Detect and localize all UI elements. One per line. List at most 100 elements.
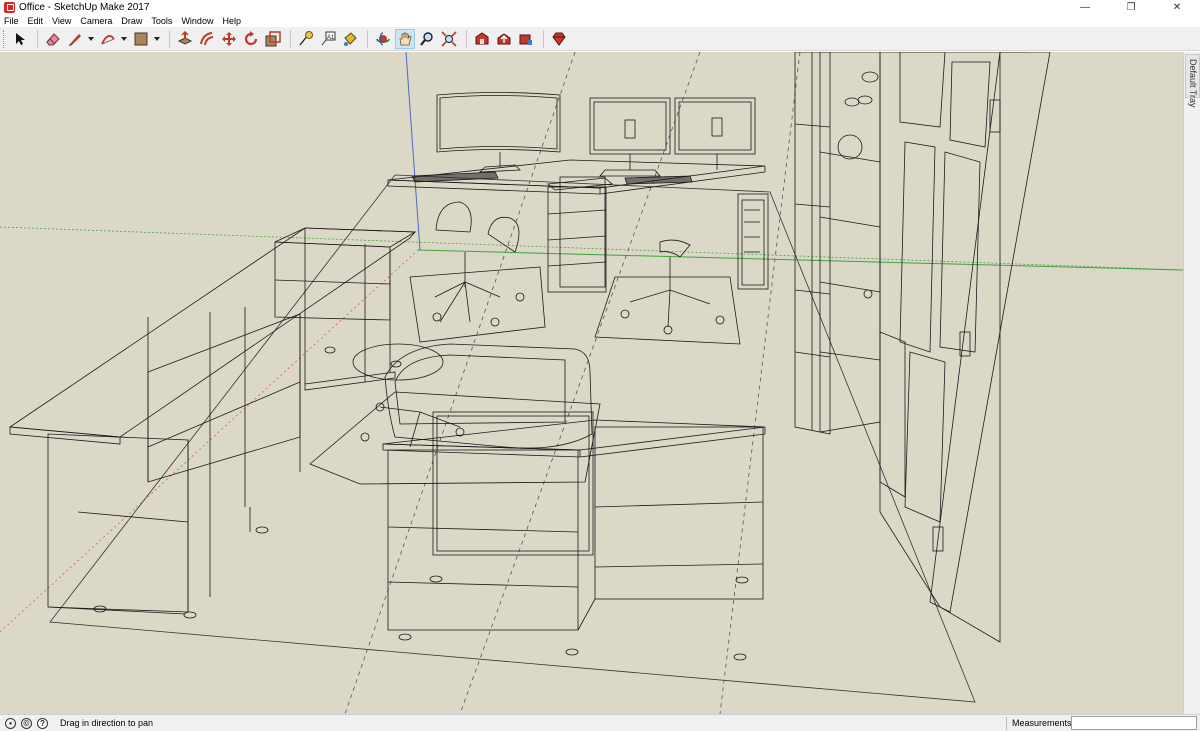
measurements-label: Measurements — [1012, 718, 1072, 728]
default-tray[interactable]: Default Tray — [1183, 52, 1200, 714]
blue-axis-line — [405, 52, 421, 251]
guide-line — [459, 52, 701, 714]
pc-tower[interactable] — [737, 193, 769, 290]
paint-bucket-tool[interactable] — [340, 29, 360, 49]
status-separator — [1006, 717, 1007, 730]
guide-line — [344, 52, 576, 714]
maximize-button[interactable]: ❐ — [1108, 0, 1154, 14]
rotate-icon — [244, 30, 258, 45]
office-chair-right[interactable] — [620, 239, 725, 335]
furniture-feet — [93, 346, 749, 661]
shape-tool-dropdown[interactable] — [153, 29, 160, 49]
status-message: Drag in direction to pan — [60, 718, 154, 728]
shelf-items — [837, 71, 879, 160]
scale-tool[interactable] — [263, 29, 283, 49]
sketchup-extension-tool[interactable] — [549, 29, 569, 49]
drawer-cart[interactable] — [547, 176, 613, 293]
text-icon: A1 — [321, 31, 336, 45]
toolbar-separator — [169, 29, 170, 48]
gem-icon — [552, 32, 566, 46]
menu-edit[interactable]: Edit — [28, 16, 44, 26]
rectangle-icon — [134, 32, 148, 45]
menu-tools[interactable]: Tools — [151, 16, 172, 26]
minimize-button[interactable]: — — [1062, 0, 1108, 14]
3d-warehouse-tool[interactable] — [472, 29, 492, 49]
pan-tool[interactable] — [395, 28, 415, 49]
front-chair-mat — [309, 391, 601, 485]
menu-draw[interactable]: Draw — [121, 16, 142, 26]
line-tool[interactable] — [65, 29, 85, 49]
chair-mats — [409, 266, 741, 345]
menu-window[interactable]: Window — [181, 16, 213, 26]
toolbar-separator — [367, 29, 368, 48]
share-model-icon — [497, 32, 511, 44]
getting-started-toolbar: A1 — [0, 27, 1200, 51]
green-axis-line — [0, 226, 1183, 271]
status-bar: • © ? Drag in direction to pan Measureme… — [0, 714, 1200, 731]
arc-tool[interactable] — [98, 29, 118, 49]
pencil-icon — [69, 33, 81, 46]
right-monitor[interactable] — [674, 97, 756, 170]
move-tool[interactable] — [219, 29, 239, 49]
menu-camera[interactable]: Camera — [80, 16, 112, 26]
close-button[interactable]: ✕ — [1154, 0, 1200, 14]
office-wireframe-model[interactable] — [0, 52, 1183, 714]
svg-text:A1: A1 — [327, 35, 335, 41]
guide-line — [719, 52, 801, 714]
sketchup-logo-icon — [4, 1, 15, 13]
arrow-cursor-icon — [16, 32, 25, 45]
zoom-extents-tool[interactable] — [439, 29, 459, 49]
arc-tool-dropdown[interactable] — [120, 29, 127, 49]
arc-icon — [101, 34, 115, 44]
menu-file[interactable]: File — [4, 16, 19, 26]
default-tray-label: Default Tray — [1188, 59, 1198, 108]
share-model-tool[interactable] — [494, 29, 514, 49]
credits-icon[interactable]: © — [21, 717, 32, 729]
user-icon[interactable]: ? — [37, 717, 48, 729]
text-tool[interactable]: A1 — [318, 29, 338, 49]
shape-tool[interactable] — [131, 29, 151, 49]
move-icon — [222, 31, 236, 46]
left-long-desk[interactable] — [8, 227, 416, 615]
door[interactable] — [863, 52, 1051, 643]
eraser-tool[interactable] — [43, 29, 63, 49]
offset-tool[interactable] — [197, 29, 217, 49]
toolbar-separator — [543, 29, 544, 48]
tape-measure-tool[interactable] — [296, 29, 316, 49]
default-tray-tab[interactable]: Default Tray — [1185, 54, 1200, 108]
magnifier-icon — [420, 31, 433, 46]
left-monitor[interactable] — [589, 97, 671, 177]
toolbar-separator — [37, 29, 38, 48]
measurements-input[interactable] — [1071, 716, 1197, 730]
curved-monitor[interactable] — [436, 92, 561, 173]
floor-outline — [49, 174, 976, 703]
extension-warehouse-tool[interactable] — [516, 29, 536, 49]
select-tool[interactable] — [10, 29, 30, 49]
model-viewport[interactable] — [0, 52, 1183, 714]
push-pull-icon — [177, 30, 193, 45]
eraser-icon — [46, 32, 60, 45]
left-shelf-unit[interactable] — [274, 227, 417, 391]
tall-shelving[interactable] — [794, 52, 881, 435]
office-chair-left[interactable] — [432, 201, 525, 327]
window-controls: — ❐ ✕ — [1062, 0, 1200, 14]
line-tool-dropdown[interactable] — [87, 29, 94, 49]
push-pull-tool[interactable] — [175, 29, 195, 49]
office-chair-front[interactable] — [352, 343, 593, 449]
paint-bucket-icon — [344, 31, 357, 46]
orbit-tool[interactable] — [373, 29, 393, 49]
front-desk[interactable] — [382, 411, 766, 631]
toolbar-separator — [290, 29, 291, 48]
geo-location-icon[interactable]: • — [5, 717, 16, 729]
extension-icon — [519, 34, 532, 45]
zoom-tool[interactable] — [417, 29, 437, 49]
offset-icon — [200, 31, 214, 45]
rotate-tool[interactable] — [241, 29, 261, 49]
zoom-extents-icon — [441, 30, 457, 47]
menu-bar: File Edit View Camera Draw Tools Window … — [0, 14, 1200, 27]
menu-help[interactable]: Help — [222, 16, 241, 26]
tape-measure-icon — [299, 30, 313, 45]
toolbar-grip[interactable] — [3, 29, 6, 48]
menu-view[interactable]: View — [52, 16, 71, 26]
toolbar-separator — [466, 29, 467, 48]
